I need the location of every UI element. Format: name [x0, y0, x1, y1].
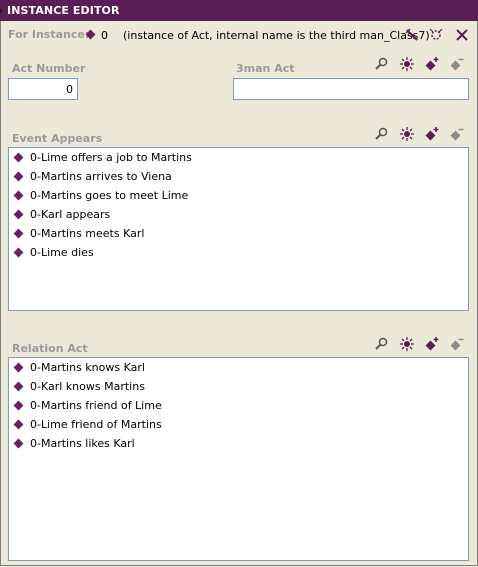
list-item-label: 0-Martins friend of Lime	[30, 399, 162, 412]
list-item[interactable]: 0-Lime friend of Martins	[13, 415, 162, 434]
for-instance-label: For Instance:	[8, 28, 90, 41]
edit-icon[interactable]	[404, 27, 420, 43]
man-act-label: 3man Act	[236, 62, 295, 75]
list-item[interactable]: 0-Karl appears	[13, 205, 110, 224]
instance-diamond-icon	[13, 362, 24, 373]
list-item-label: 0-Martins arrives to Viena	[30, 170, 172, 183]
remove-icon[interactable]	[449, 336, 465, 352]
event-appears-list[interactable]: 0-Lime offers a job to Martins 0-Martins…	[8, 147, 469, 311]
event-appears-label: Event Appears	[12, 132, 103, 145]
list-item-label: 0-Karl appears	[30, 208, 111, 221]
create-icon[interactable]	[399, 56, 415, 72]
list-item-label: 0-Martins meets Karl	[30, 227, 145, 240]
create-icon[interactable]	[399, 336, 415, 352]
view-icon[interactable]	[374, 126, 390, 142]
list-item[interactable]: 0-Martins friend of Lime	[13, 396, 162, 415]
create-icon[interactable]	[399, 126, 415, 142]
list-item[interactable]: 0-Karl knows Martins	[13, 377, 145, 396]
instance-diamond-icon	[13, 152, 24, 163]
act-number-label: Act Number	[12, 62, 86, 75]
list-item-label: 0-Martins likes Karl	[30, 437, 135, 450]
instance-diamond-icon	[13, 381, 24, 392]
add-icon[interactable]	[424, 56, 440, 72]
instance-diamond-icon	[13, 400, 24, 411]
list-item[interactable]: 0-Lime offers a job to Martins	[13, 148, 192, 167]
instance-row: For Instance: 0 (instance of Act, intern…	[0, 24, 478, 46]
list-item[interactable]: 0-Martins goes to meet Lime	[13, 186, 188, 205]
act-number-field[interactable]: 0	[8, 78, 78, 100]
instance-diamond-icon	[13, 209, 24, 220]
add-icon[interactable]	[424, 336, 440, 352]
view-icon[interactable]	[374, 56, 390, 72]
instance-diamond-icon	[13, 171, 24, 182]
instance-diamond-icon	[13, 247, 24, 258]
remove-icon[interactable]	[449, 56, 465, 72]
title-notch	[0, 8, 3, 14]
list-item[interactable]: 0-Martins meets Karl	[13, 224, 144, 243]
list-item-label: 0-Karl knows Martins	[30, 380, 145, 393]
list-item-label: 0-Lime offers a job to Martins	[30, 151, 192, 164]
window-title: INSTANCE EDITOR	[7, 4, 120, 17]
instance-diamond-icon	[13, 419, 24, 430]
list-item-label: 0-Martins knows Karl	[30, 361, 145, 374]
list-item[interactable]: 0-Martins likes Karl	[13, 434, 135, 453]
title-bar: INSTANCE EDITOR	[0, 0, 478, 21]
instance-diamond-icon	[13, 438, 24, 449]
instance-diamond-icon	[13, 190, 24, 201]
instance-diamond-icon	[13, 228, 24, 239]
relation-act-label: Relation Act	[12, 342, 88, 355]
close-icon[interactable]	[454, 27, 470, 43]
list-item-label: 0-Lime friend of Martins	[30, 418, 162, 431]
relation-act-list[interactable]: 0-Martins knows Karl 0-Karl knows Martin…	[8, 357, 469, 561]
man-act-field[interactable]	[233, 78, 469, 100]
instance-description: (instance of Act, internal name is the t…	[123, 29, 430, 42]
add-icon[interactable]	[424, 126, 440, 142]
list-item[interactable]: 0-Martins arrives to Viena	[13, 167, 172, 186]
list-item[interactable]: 0-Martins knows Karl	[13, 358, 145, 377]
act-number-value: 0	[66, 83, 73, 96]
view-icon[interactable]	[374, 336, 390, 352]
list-item-label: 0-Lime dies	[30, 246, 94, 259]
list-item[interactable]: 0-Lime dies	[13, 243, 94, 262]
settings-icon[interactable]	[428, 27, 444, 43]
instance-id: 0	[101, 29, 108, 42]
list-item-label: 0-Martins goes to meet Lime	[30, 189, 189, 202]
remove-icon[interactable]	[449, 126, 465, 142]
